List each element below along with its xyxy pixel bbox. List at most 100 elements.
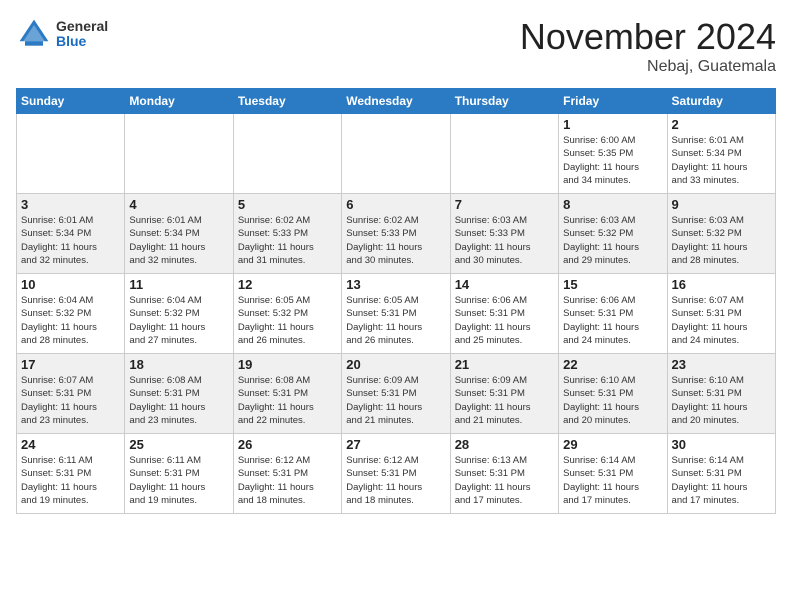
day-number: 1 [563, 117, 662, 132]
header-row: Sunday Monday Tuesday Wednesday Thursday… [17, 89, 776, 114]
day-number: 6 [346, 197, 445, 212]
day-info: Sunrise: 6:09 AMSunset: 5:31 PMDaylight:… [455, 374, 554, 427]
calendar-cell-1-3 [233, 114, 341, 194]
day-info: Sunrise: 6:06 AMSunset: 5:31 PMDaylight:… [455, 294, 554, 347]
calendar-cell-5-4: 27 Sunrise: 6:12 AMSunset: 5:31 PMDayligh… [342, 434, 450, 514]
day-number: 30 [672, 437, 771, 452]
calendar-cell-5-7: 30 Sunrise: 6:14 AMSunset: 5:31 PMDayligh… [667, 434, 775, 514]
day-number: 16 [672, 277, 771, 292]
calendar-cell-4-7: 23 Sunrise: 6:10 AMSunset: 5:31 PMDayligh… [667, 354, 775, 434]
col-thursday: Thursday [450, 89, 558, 114]
day-number: 9 [672, 197, 771, 212]
day-info: Sunrise: 6:13 AMSunset: 5:31 PMDaylight:… [455, 454, 554, 507]
calendar-header: Sunday Monday Tuesday Wednesday Thursday… [17, 89, 776, 114]
day-info: Sunrise: 6:01 AMSunset: 5:34 PMDaylight:… [129, 214, 228, 267]
calendar-cell-4-2: 18Sunrise: 6:08 AMSunset: 5:31 PMDayligh… [125, 354, 233, 434]
calendar-cell-3-3: 12 Sunrise: 6:05 AMSunset: 5:32 PMDayligh… [233, 274, 341, 354]
calendar-cell-2-4: 6 Sunrise: 6:02 AMSunset: 5:33 PMDaylight… [342, 194, 450, 274]
day-info: Sunrise: 6:07 AMSunset: 5:31 PMDaylight:… [21, 374, 120, 427]
day-number: 11 [129, 277, 228, 292]
day-number: 23 [672, 357, 771, 372]
calendar-cell-3-7: 16 Sunrise: 6:07 AMSunset: 5:31 PMDayligh… [667, 274, 775, 354]
day-info: Sunrise: 6:04 AMSunset: 5:32 PMDaylight:… [21, 294, 120, 347]
calendar-cell-4-6: 22Sunrise: 6:10 AMSunset: 5:31 PMDayligh… [559, 354, 667, 434]
month-title: November 2024 [520, 16, 776, 58]
calendar-cell-2-5: 7Sunrise: 6:03 AMSunset: 5:33 PMDaylight… [450, 194, 558, 274]
calendar-cell-5-2: 25Sunrise: 6:11 AMSunset: 5:31 PMDayligh… [125, 434, 233, 514]
day-number: 29 [563, 437, 662, 452]
calendar-cell-3-4: 13Sunrise: 6:05 AMSunset: 5:31 PMDayligh… [342, 274, 450, 354]
logo: General Blue [16, 16, 108, 52]
col-monday: Monday [125, 89, 233, 114]
day-number: 3 [21, 197, 120, 212]
day-number: 14 [455, 277, 554, 292]
day-info: Sunrise: 6:14 AMSunset: 5:31 PMDaylight:… [672, 454, 771, 507]
calendar-cell-1-2 [125, 114, 233, 194]
day-number: 5 [238, 197, 337, 212]
day-info: Sunrise: 6:07 AMSunset: 5:31 PMDaylight:… [672, 294, 771, 347]
logo-text: General Blue [56, 19, 108, 50]
day-info: Sunrise: 6:11 AMSunset: 5:31 PMDaylight:… [21, 454, 120, 507]
day-info: Sunrise: 6:03 AMSunset: 5:32 PMDaylight:… [563, 214, 662, 267]
day-info: Sunrise: 6:05 AMSunset: 5:31 PMDaylight:… [346, 294, 445, 347]
calendar-cell-1-5 [450, 114, 558, 194]
week-row-3: 10 Sunrise: 6:04 AMSunset: 5:32 PMDayligh… [17, 274, 776, 354]
calendar-cell-1-6: 1 Sunrise: 6:00 AMSunset: 5:35 PMDaylight… [559, 114, 667, 194]
day-number: 20 [346, 357, 445, 372]
day-info: Sunrise: 6:05 AMSunset: 5:32 PMDaylight:… [238, 294, 337, 347]
day-number: 17 [21, 357, 120, 372]
day-info: Sunrise: 6:10 AMSunset: 5:31 PMDaylight:… [672, 374, 771, 427]
day-info: Sunrise: 6:01 AMSunset: 5:34 PMDaylight:… [672, 134, 771, 187]
calendar-cell-4-3: 19Sunrise: 6:08 AMSunset: 5:31 PMDayligh… [233, 354, 341, 434]
day-info: Sunrise: 6:03 AMSunset: 5:33 PMDaylight:… [455, 214, 554, 267]
day-info: Sunrise: 6:02 AMSunset: 5:33 PMDaylight:… [346, 214, 445, 267]
day-number: 26 [238, 437, 337, 452]
page: General Blue November 2024 Nebaj, Guatem… [0, 0, 792, 524]
day-number: 2 [672, 117, 771, 132]
day-info: Sunrise: 6:03 AMSunset: 5:32 PMDaylight:… [672, 214, 771, 267]
calendar-cell-4-4: 20 Sunrise: 6:09 AMSunset: 5:31 PMDayligh… [342, 354, 450, 434]
day-number: 8 [563, 197, 662, 212]
day-number: 27 [346, 437, 445, 452]
day-info: Sunrise: 6:10 AMSunset: 5:31 PMDaylight:… [563, 374, 662, 427]
logo-general: General [56, 19, 108, 34]
day-info: Sunrise: 6:14 AMSunset: 5:31 PMDaylight:… [563, 454, 662, 507]
calendar-cell-5-3: 26Sunrise: 6:12 AMSunset: 5:31 PMDayligh… [233, 434, 341, 514]
calendar-table: Sunday Monday Tuesday Wednesday Thursday… [16, 88, 776, 514]
header: General Blue November 2024 Nebaj, Guatem… [16, 16, 776, 76]
col-saturday: Saturday [667, 89, 775, 114]
day-number: 25 [129, 437, 228, 452]
day-number: 10 [21, 277, 120, 292]
day-number: 28 [455, 437, 554, 452]
day-number: 21 [455, 357, 554, 372]
calendar-cell-1-1 [17, 114, 125, 194]
calendar-cell-4-5: 21 Sunrise: 6:09 AMSunset: 5:31 PMDayligh… [450, 354, 558, 434]
day-info: Sunrise: 6:08 AMSunset: 5:31 PMDaylight:… [129, 374, 228, 427]
logo-blue: Blue [56, 34, 108, 49]
day-info: Sunrise: 6:02 AMSunset: 5:33 PMDaylight:… [238, 214, 337, 267]
calendar-cell-3-2: 11Sunrise: 6:04 AMSunset: 5:32 PMDayligh… [125, 274, 233, 354]
calendar-cell-2-1: 3Sunrise: 6:01 AMSunset: 5:34 PMDaylight… [17, 194, 125, 274]
week-row-2: 3 Sunrise: 6:01 AMSunset: 5:34 PMDaylight… [17, 194, 776, 274]
day-number: 12 [238, 277, 337, 292]
col-sunday: Sunday [17, 89, 125, 114]
calendar-cell-1-4 [342, 114, 450, 194]
calendar-cell-4-1: 17 Sunrise: 6:07 AMSunset: 5:31 PMDayligh… [17, 354, 125, 434]
calendar-cell-5-5: 28 Sunrise: 6:13 AMSunset: 5:31 PMDayligh… [450, 434, 558, 514]
calendar-cell-1-7: 2 Sunrise: 6:01 AMSunset: 5:34 PMDaylight… [667, 114, 775, 194]
logo-icon [16, 16, 52, 52]
calendar-cell-3-6: 15Sunrise: 6:06 AMSunset: 5:31 PMDayligh… [559, 274, 667, 354]
day-number: 4 [129, 197, 228, 212]
calendar-cell-2-6: 8 Sunrise: 6:03 AMSunset: 5:32 PMDaylight… [559, 194, 667, 274]
week-row-5: 24Sunrise: 6:11 AMSunset: 5:31 PMDayligh… [17, 434, 776, 514]
day-info: Sunrise: 6:09 AMSunset: 5:31 PMDaylight:… [346, 374, 445, 427]
day-info: Sunrise: 6:00 AMSunset: 5:35 PMDaylight:… [563, 134, 662, 187]
calendar-cell-2-7: 9 Sunrise: 6:03 AMSunset: 5:32 PMDaylight… [667, 194, 775, 274]
calendar-cell-3-5: 14 Sunrise: 6:06 AMSunset: 5:31 PMDayligh… [450, 274, 558, 354]
col-wednesday: Wednesday [342, 89, 450, 114]
day-number: 19 [238, 357, 337, 372]
col-friday: Friday [559, 89, 667, 114]
calendar-body: 1 Sunrise: 6:00 AMSunset: 5:35 PMDaylight… [17, 114, 776, 514]
day-info: Sunrise: 6:12 AMSunset: 5:31 PMDaylight:… [346, 454, 445, 507]
calendar-cell-2-2: 4 Sunrise: 6:01 AMSunset: 5:34 PMDaylight… [125, 194, 233, 274]
